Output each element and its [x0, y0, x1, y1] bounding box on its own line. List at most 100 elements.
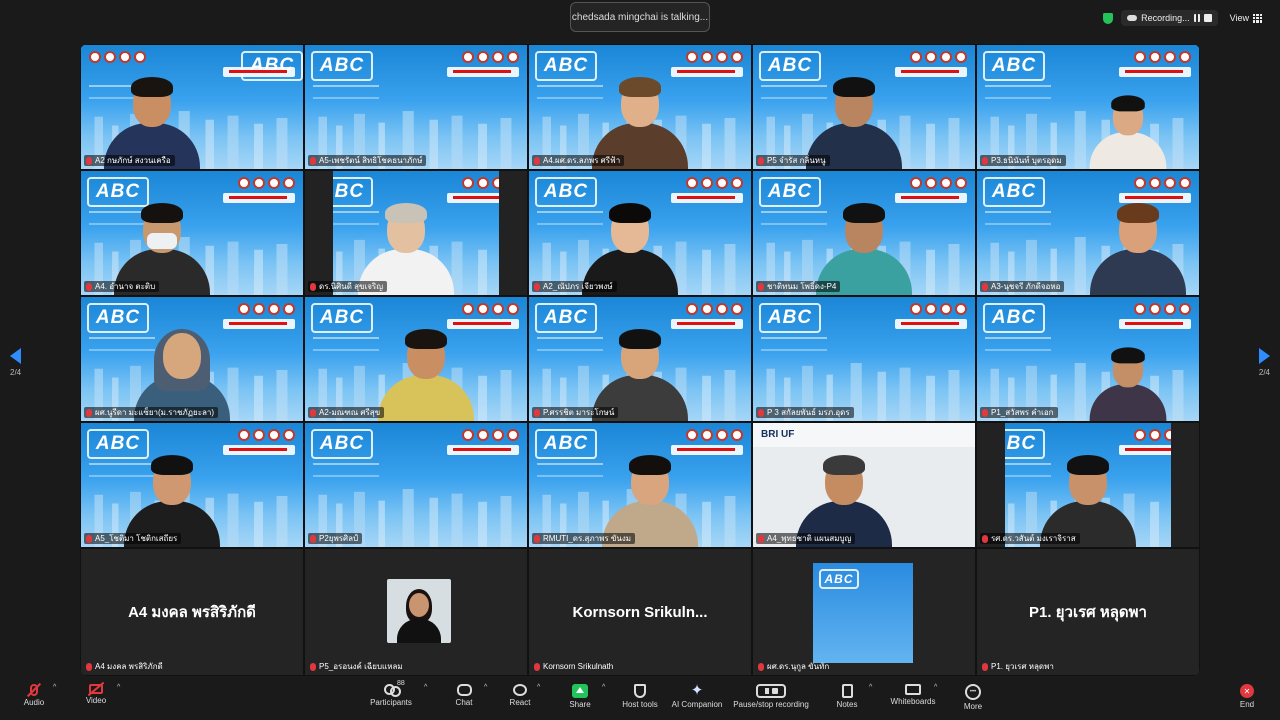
partner-badge-icon: [925, 303, 937, 315]
participant-video-tile[interactable]: ABC รศ.ดร.วสันต์ มงเราจิราส: [976, 422, 1200, 548]
pause-recording-icon[interactable]: [1193, 14, 1200, 22]
participant-name-tag: P5_อรอนงค์ เฉียบแหลม: [308, 661, 407, 672]
participants-options-caret-icon[interactable]: ^: [424, 684, 427, 691]
participant-video-tile[interactable]: ABC P3.ธนินันท์ บุตรอุดม: [976, 44, 1200, 170]
participant-video-tile[interactable]: ABC ชาติทนม โพธิ์ดง-P4: [752, 170, 976, 296]
program-banner: [895, 319, 967, 329]
participant-video-tile[interactable]: ABC A4.ผศ.ดร.ลภพร ศรีฟ้า: [528, 44, 752, 170]
participant-hair: [1117, 203, 1159, 223]
mic-muted-icon: [534, 156, 540, 165]
end-button[interactable]: End: [1217, 684, 1277, 709]
more-button[interactable]: More: [943, 684, 1003, 711]
mic-muted-icon: [30, 684, 38, 696]
previous-page-nav[interactable]: 2/4: [10, 348, 21, 377]
participant-name-tag: ดร.นิศินดี สุขเจริญ: [308, 281, 388, 292]
participant-body: [378, 375, 474, 421]
participant-video-tile[interactable]: BRI UF A4_พุทธชาติ แผนสมบูญ: [752, 422, 976, 548]
react-options-caret-icon[interactable]: ^: [537, 684, 540, 691]
notes-options-caret-icon[interactable]: ^: [869, 684, 872, 691]
participant-figure: [809, 185, 919, 295]
participant-video-tile[interactable]: ABC ดร.นิศินดี สุขเจริญ: [304, 170, 528, 296]
notes-label: Notes: [836, 700, 858, 709]
stop-recording-icon[interactable]: [1203, 14, 1212, 22]
partner-badge-icon: [477, 429, 489, 441]
participants-button[interactable]: 88 Participants: [361, 680, 421, 707]
participant-name: A5_โชติมา โชติกเสถียร: [95, 534, 178, 543]
chat-bubble-icon: [456, 684, 472, 696]
participant-display-name: P1. ยุวเรศ หลุดพา: [1029, 604, 1147, 621]
participant-name: P5_อรอนงค์ เฉียบแหลม: [319, 662, 403, 671]
participant-video-tile[interactable]: ABC A4. อำนาจ ตะติบ: [80, 170, 304, 296]
participant-video-tile[interactable]: ABC ผศ.นูรีดา มะแซ็ยา(ม.ราชภัฏยะลา): [80, 296, 304, 422]
next-page-nav[interactable]: 2/4: [1259, 348, 1270, 377]
participant-name-tag: P1. ยุวเรศ หลุดพา: [980, 661, 1058, 672]
pause-stop-recording-button[interactable]: Pause/stop recording: [726, 684, 816, 709]
participant-name: P2ยุพรศิลป์: [319, 534, 359, 543]
participant-video-off-tile[interactable]: P5_อรอนงค์ เฉียบแหลม: [304, 548, 528, 676]
participant-video-tile[interactable]: ABC A5_โชติมา โชติกเสถียร: [80, 422, 304, 548]
participant-name-tag: A4_พุทธชาติ แผนสมบูญ: [756, 533, 856, 544]
participant-body: [1089, 132, 1167, 169]
notes-button[interactable]: Notes: [817, 684, 877, 709]
participant-video-tile[interactable]: ABC A3-นุชจรี ภักดีจอหอ: [976, 170, 1200, 296]
participant-video-tile[interactable]: ABC RMUTI_ดร.สุภาพร ขันงม: [528, 422, 752, 548]
whiteboards-options-caret-icon[interactable]: ^: [934, 684, 937, 691]
mic-muted-icon: [982, 156, 988, 165]
participant-video-tile[interactable]: ABC A2_ณัปภร เจียวพงษ์: [528, 170, 752, 296]
view-button[interactable]: View: [1226, 10, 1266, 26]
participant-video-tile[interactable]: ABC A2 กษภักษ์ สงวนเครือ: [80, 44, 304, 170]
face-mask: [147, 233, 177, 249]
partner-badge-icon: [955, 177, 967, 189]
chat-label: Chat: [455, 698, 473, 707]
abc-logo: ABC: [983, 177, 1045, 207]
partner-badge-icon: [492, 429, 504, 441]
share-button[interactable]: Share: [550, 684, 610, 709]
share-options-caret-icon[interactable]: ^: [602, 684, 605, 691]
partner-badge-icon: [238, 177, 250, 189]
participant-hair: [629, 455, 671, 475]
participant-name-tag: P.ศรรชิต มาระโกษน์: [532, 407, 619, 418]
more-label: More: [963, 702, 983, 711]
participant-video-tile[interactable]: ABC P5 จำรัส กลิ่นหนู: [752, 44, 976, 170]
participant-video-tile[interactable]: ABC A2-มณฑณ ศรีสุข: [304, 296, 528, 422]
mic-muted-icon: [86, 282, 92, 291]
ai-companion-button[interactable]: AI Companion: [662, 684, 732, 709]
chat-options-caret-icon[interactable]: ^: [484, 684, 487, 691]
participant-video-tile[interactable]: ABC P 3 สกัลยพันธ์ มรภ.อุดร: [752, 296, 976, 422]
partner-badges: [462, 51, 519, 63]
arrow-left-icon[interactable]: [10, 348, 22, 364]
participant-video-tile[interactable]: ABC P.ศรรชิต มาระโกษน์: [528, 296, 752, 422]
mic-muted-icon: [758, 534, 764, 543]
arrow-right-icon[interactable]: [1258, 348, 1270, 364]
participant-hair: [619, 329, 661, 349]
profile-graduation-gown: [397, 619, 441, 643]
participant-video-tile[interactable]: ABC A5-เพชรัตน์ สิทธิโชคธนาภักษ์: [304, 44, 528, 170]
participant-hair: [1067, 455, 1109, 475]
host-tools-button[interactable]: Host tools: [610, 684, 670, 709]
recording-indicator[interactable]: Recording...: [1121, 10, 1218, 26]
participant-hair: [405, 329, 447, 349]
page-indicator-left: 2/4: [10, 368, 22, 377]
partner-badge-icon: [925, 51, 937, 63]
participant-video-tile[interactable]: ABC P1_สวัสพร คำเอก: [976, 296, 1200, 422]
participant-video-off-tile[interactable]: ABC ผศ.ดร.นุกูล ขันทัก: [752, 548, 976, 676]
partner-badge-icon: [925, 177, 937, 189]
participant-hair: [619, 77, 661, 97]
participant-figure: [117, 437, 227, 547]
participant-name: RMUTI_ดร.สุภาพร ขันงม: [543, 534, 632, 543]
participant-video-tile[interactable]: ABC P2ยุพรศิลป์: [304, 422, 528, 548]
participant-name-tag: รศ.ดร.วสันต์ มงเราจิราส: [980, 533, 1080, 544]
mic-muted-icon: [310, 156, 316, 165]
participant-display-name: A4 มงคล พรสิริภักดี: [128, 604, 256, 621]
mic-muted-icon: [982, 282, 988, 291]
audio-options-caret-icon[interactable]: ^: [53, 684, 56, 691]
participant-name-tag: ผศ.นูรีดา มะแซ็ยา(ม.ราชภัฏยะลา): [84, 407, 219, 418]
partner-badge-icon: [940, 177, 952, 189]
react-button[interactable]: React: [490, 684, 550, 707]
participant-video-off-tile[interactable]: Kornsorn Srikuln... Kornsorn Srikulnath: [528, 548, 752, 676]
participant-video-off-tile[interactable]: P1. ยุวเรศ หลุดพา P1. ยุวเรศ หลุดพา: [976, 548, 1200, 676]
participant-figure: [575, 185, 685, 295]
participant-video-off-tile[interactable]: A4 มงคล พรสิริภักดี A4 มงคล พรสิริภักดี: [80, 548, 304, 676]
video-options-caret-icon[interactable]: ^: [117, 684, 120, 691]
partner-badge-icon: [716, 429, 728, 441]
